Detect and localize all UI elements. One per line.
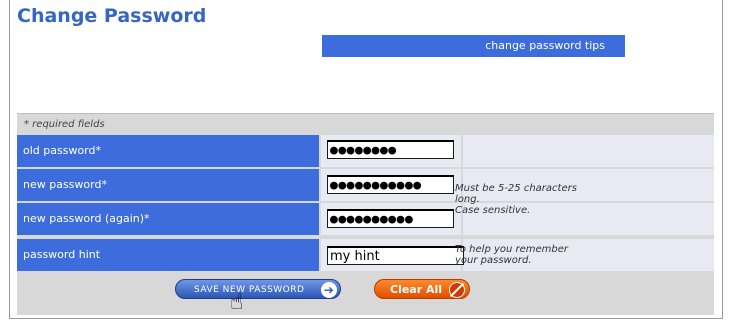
new-password-input[interactable]: ●●●●●●●●●●●	[327, 175, 454, 194]
required-fields-note: * required fields	[24, 119, 105, 130]
password-rules-help: Must be 5-25 characters long. Case sensi…	[455, 183, 577, 216]
new-password-label: new password*	[17, 169, 319, 201]
help-line: Case sensitive.	[455, 205, 531, 216]
password-hint-input[interactable]: my hint	[327, 246, 464, 265]
hand-pointer-icon: ☝	[230, 290, 244, 315]
old-password-help-cell	[463, 135, 714, 167]
save-button-label: SAVE NEW PASSWORD	[194, 285, 305, 295]
new-password-again-input[interactable]: ●●●●●●●●●●	[327, 209, 454, 228]
arrow-right-icon: ➔	[321, 282, 337, 298]
clear-all-button[interactable]: Clear All	[374, 279, 470, 299]
old-password-input[interactable]: ●●●●●●●●	[327, 140, 454, 159]
save-new-password-button[interactable]: SAVE NEW PASSWORD ➔	[175, 279, 341, 299]
help-line: Must be 5-25 characters	[455, 183, 577, 194]
help-line: long.	[455, 194, 480, 205]
page-title: Change Password	[17, 5, 207, 27]
help-line: To help you remember	[455, 244, 569, 255]
clear-button-label: Clear All	[390, 283, 443, 296]
help-line: your password.	[455, 255, 532, 266]
password-hint-help: To help you remember your password.	[455, 244, 568, 266]
old-password-label: old password*	[17, 135, 319, 167]
clear-icon	[449, 282, 465, 298]
password-hint-label: password hint	[17, 239, 319, 271]
new-password-again-label: new password (again)*	[17, 203, 319, 235]
change-password-tips-link[interactable]: change password tips	[322, 35, 625, 57]
